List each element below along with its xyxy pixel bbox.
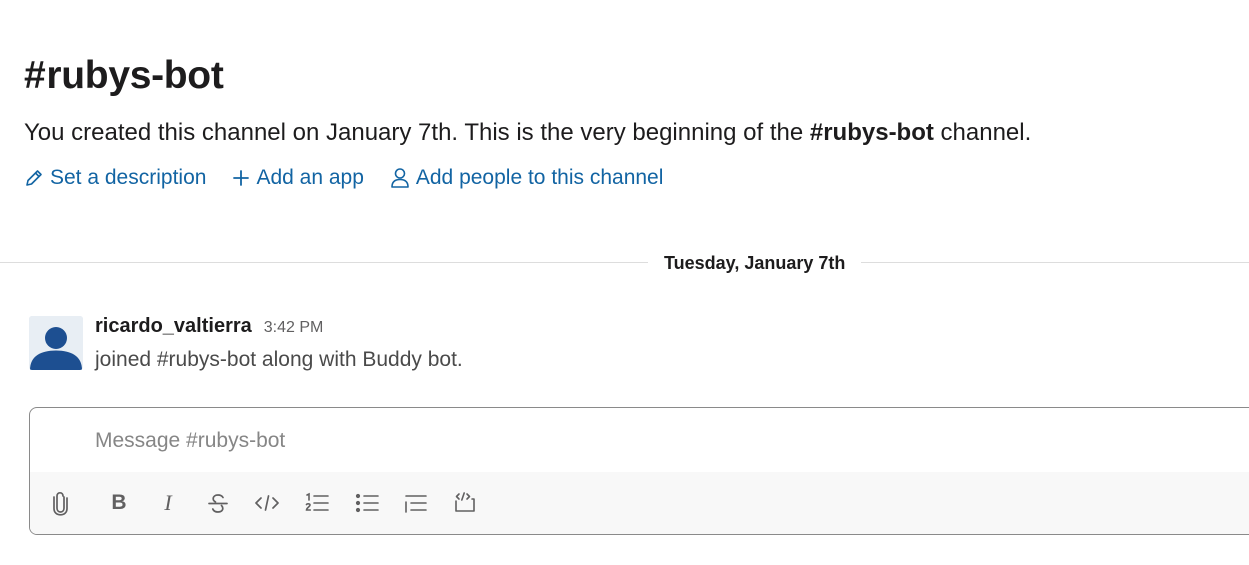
date-divider-label[interactable]: Tuesday, January 7th	[648, 250, 862, 276]
channel-view: #rubys-bot You created this channel on J…	[0, 0, 1249, 565]
channel-title: #rubys-bot	[24, 52, 224, 100]
code-block-icon	[452, 491, 478, 515]
add-app-label: Add an app	[256, 166, 364, 189]
channel-intro: You created this channel on January 7th.…	[24, 117, 1031, 149]
set-description-label: Set a description	[50, 166, 207, 189]
code-button[interactable]	[252, 488, 282, 518]
intro-channel-ref[interactable]: #rubys-bot	[810, 119, 934, 146]
ordered-list-icon	[304, 491, 330, 515]
avatar[interactable]	[29, 316, 83, 370]
pencil-icon	[24, 168, 44, 188]
add-app-link[interactable]: Add an app	[232, 166, 364, 190]
channel-actions: Set a description Add an app Add people …	[24, 166, 663, 190]
attach-button[interactable]	[46, 488, 76, 518]
add-people-label: Add people to this channel	[415, 166, 664, 189]
person-icon	[390, 167, 410, 189]
blockquote-icon	[403, 491, 429, 515]
set-description-link[interactable]: Set a description	[24, 166, 206, 190]
paperclip-icon	[51, 490, 71, 516]
intro-text-before: You created this channel on January 7th.…	[24, 119, 810, 146]
default-user-avatar-icon	[29, 316, 83, 370]
strikethrough-button[interactable]	[203, 488, 233, 518]
message-text: joined #rubys-bot along with Buddy bot.	[95, 348, 463, 371]
message-author[interactable]: ricardo_valtierra	[95, 315, 252, 338]
ordered-list-button[interactable]	[302, 488, 332, 518]
message-composer: B I	[29, 407, 1249, 535]
italic-button[interactable]: I	[153, 488, 183, 518]
italic-icon: I	[164, 490, 172, 515]
bulleted-list-button[interactable]	[352, 488, 382, 518]
message-header: ricardo_valtierra 3:42 PM	[95, 315, 323, 338]
plus-icon	[232, 169, 250, 187]
bulleted-list-icon	[354, 491, 380, 515]
formatting-toolbar: B I	[30, 472, 1249, 534]
date-divider-line	[0, 262, 1249, 263]
message-timestamp[interactable]: 3:42 PM	[264, 319, 324, 337]
bold-button[interactable]: B	[104, 488, 134, 518]
intro-text-after: channel.	[933, 119, 1032, 146]
add-people-link[interactable]: Add people to this channel	[390, 166, 664, 190]
blockquote-button[interactable]	[401, 488, 431, 518]
code-block-button[interactable]	[450, 488, 480, 518]
strikethrough-icon	[206, 491, 230, 515]
channel-name: rubys-bot	[46, 54, 224, 97]
code-icon	[254, 493, 280, 513]
bold-icon: B	[111, 491, 127, 514]
message-input[interactable]	[95, 426, 1095, 456]
channel-hash: #	[24, 54, 46, 97]
